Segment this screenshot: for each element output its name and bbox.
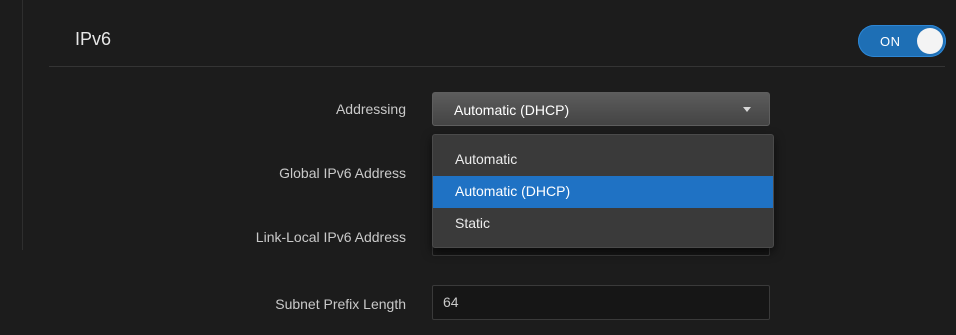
dropdown-option-static[interactable]: Static <box>433 208 773 240</box>
panel-left-border <box>22 0 23 250</box>
dropdown-option-automatic[interactable]: Automatic <box>433 144 773 176</box>
section-title: IPv6 <box>75 29 112 49</box>
link-local-ipv6-label: Link-Local IPv6 Address <box>255 229 406 245</box>
addressing-label: Addressing <box>335 101 406 117</box>
ipv6-enable-toggle[interactable]: ON <box>858 25 946 57</box>
ipv6-settings-panel: IPv6 ON Addressing Automatic (DHCP) Glob… <box>0 0 956 335</box>
caret-down-icon <box>743 107 751 112</box>
addressing-select[interactable]: Automatic (DHCP) <box>432 92 770 126</box>
subnet-prefix-label: Subnet Prefix Length <box>275 296 406 312</box>
toggle-knob <box>917 28 943 54</box>
global-ipv6-label: Global IPv6 Address <box>279 165 406 181</box>
addressing-dropdown-menu: Automatic Automatic (DHCP) Static <box>432 134 774 248</box>
section-divider <box>49 66 945 67</box>
dropdown-option-automatic-dhcp[interactable]: Automatic (DHCP) <box>433 176 773 208</box>
addressing-select-value: Automatic (DHCP) <box>454 102 570 118</box>
toggle-label: ON <box>880 34 901 49</box>
subnet-prefix-input[interactable]: 64 <box>432 285 770 320</box>
